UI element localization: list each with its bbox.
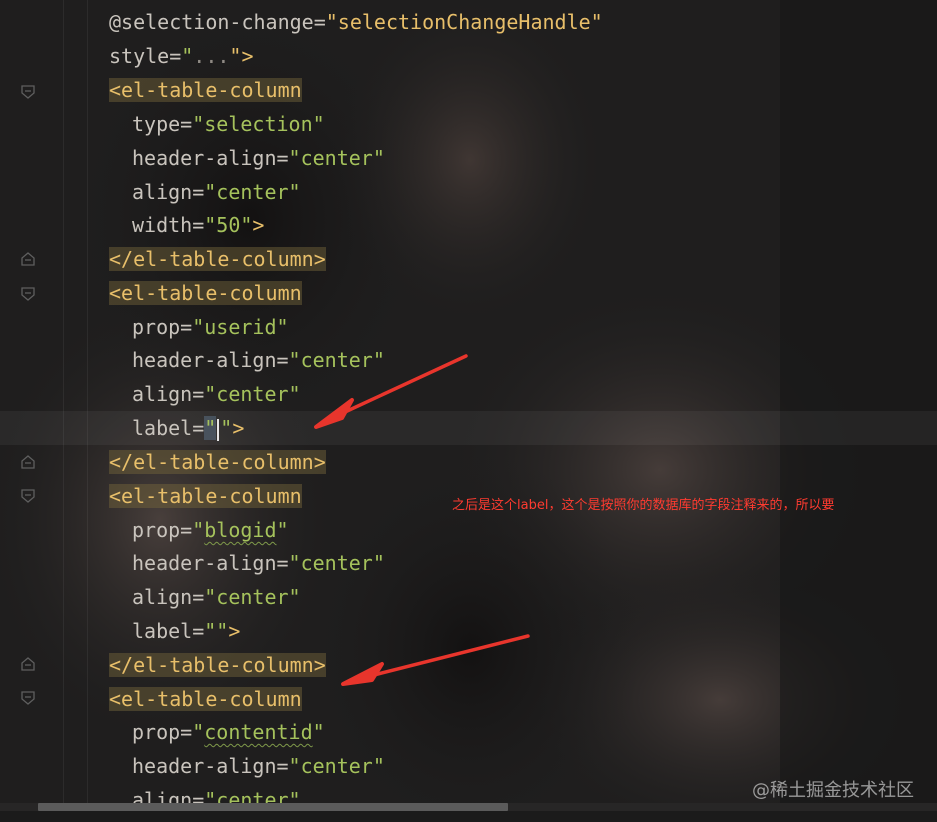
bottom-edge: [0, 811, 937, 822]
red-arrow-icon: [341, 634, 530, 686]
annotation-arrows: [314, 354, 530, 686]
annotation-text: 之后是这个label，这个是按照你的数据库的字段注释来的，所以要: [452, 498, 835, 513]
watermark: @稀土掘金技术社区: [752, 780, 914, 801]
horizontal-scrollbar-thumb[interactable]: [38, 803, 508, 811]
red-arrow-icon: [314, 354, 468, 429]
